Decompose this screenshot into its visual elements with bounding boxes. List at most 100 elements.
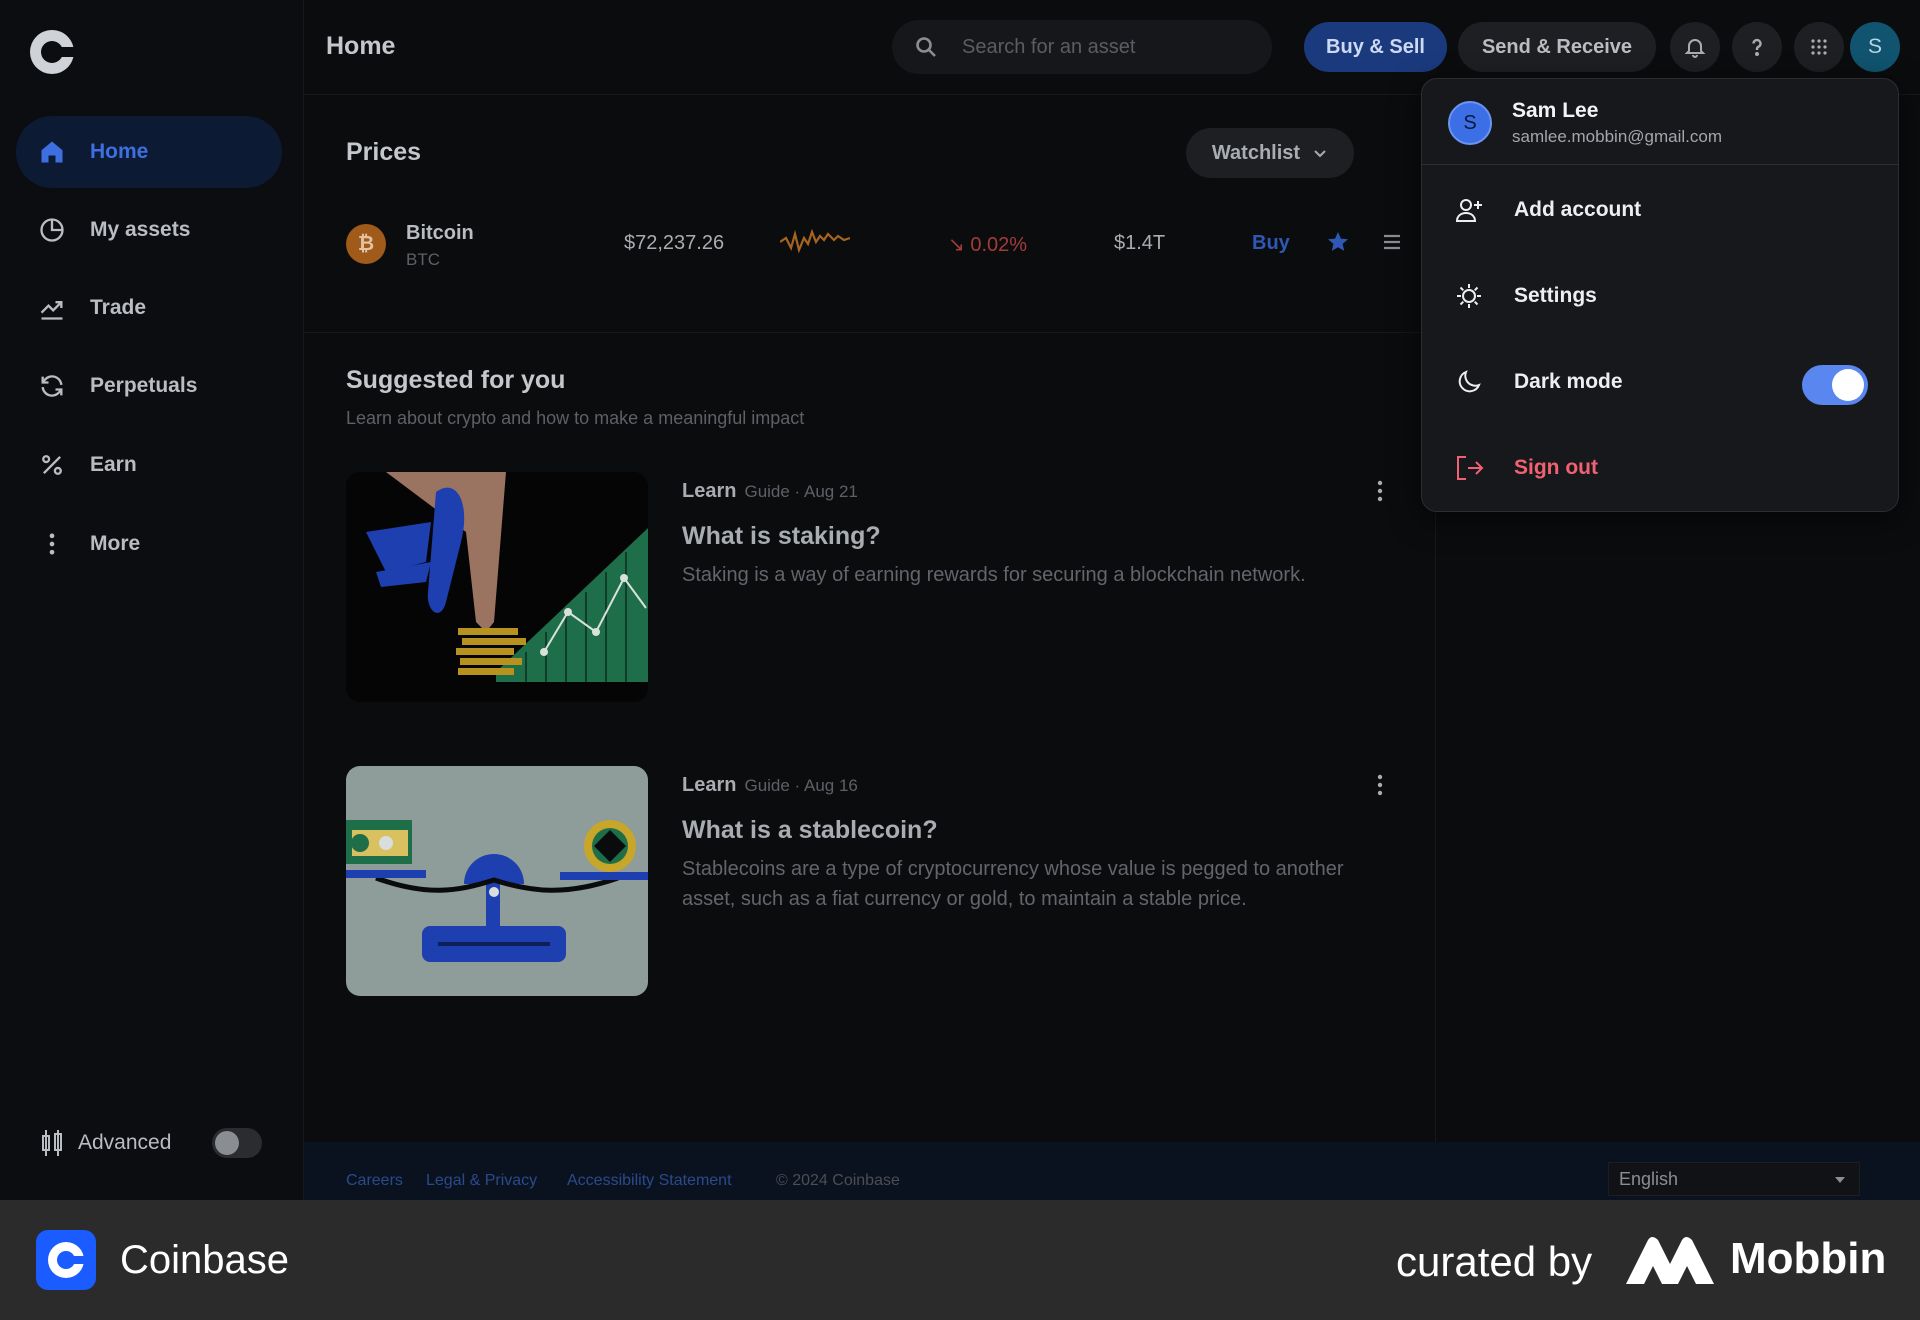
help-button[interactable] xyxy=(1732,22,1782,72)
avatar: S xyxy=(1448,101,1492,145)
sparkline-chart xyxy=(780,228,850,254)
send-receive-button[interactable]: Send & Receive xyxy=(1458,22,1656,72)
advanced-label: Advanced xyxy=(78,1131,172,1154)
account-name: Sam Lee xyxy=(1512,99,1599,122)
grid-icon xyxy=(1811,39,1827,55)
sidebar-item-label: More xyxy=(90,532,141,555)
menu-item-label: Sign out xyxy=(1514,456,1598,479)
stablecoin-illustration xyxy=(346,766,648,996)
sidebar-item-trade[interactable]: Trade xyxy=(16,272,282,344)
prices-title: Prices xyxy=(346,138,422,166)
article-card[interactable]: Learn Guide · Aug 16 What is a stablecoin… xyxy=(346,766,1406,996)
asset-name: Bitcoin xyxy=(406,222,474,244)
mobbin-logo-icon xyxy=(1626,1237,1714,1284)
card-category: Learn xyxy=(682,480,737,502)
advanced-mode: Advanced xyxy=(40,1128,171,1158)
suggested-subtitle: Learn about crypto and how to make a mea… xyxy=(346,408,805,428)
account-email: samlee.mobbin@gmail.com xyxy=(1512,127,1723,146)
card-title[interactable]: What is staking? xyxy=(682,522,881,551)
card-date: Guide · Aug 21 xyxy=(744,482,858,501)
apps-button[interactable] xyxy=(1794,22,1844,72)
card-title[interactable]: What is a stablecoin? xyxy=(682,816,938,845)
section-divider xyxy=(304,332,1436,333)
bitcoin-icon: ₿ xyxy=(346,224,386,264)
trend-icon xyxy=(38,294,66,322)
curator-name: Mobbin xyxy=(1730,1234,1887,1283)
search-box[interactable] xyxy=(892,20,1272,74)
suggested-title: Suggested for you xyxy=(346,366,566,394)
more-vertical-icon xyxy=(38,530,66,558)
brand-bar: Coinbase curated by Mobbin xyxy=(0,1200,1920,1320)
card-description: Stablecoins are a type of cryptocurrency… xyxy=(682,858,1344,910)
footer-copyright: © 2024 Coinbase xyxy=(776,1172,900,1189)
pie-chart-icon xyxy=(38,216,66,244)
card-date: Guide · Aug 16 xyxy=(744,776,858,795)
home-icon xyxy=(38,138,66,166)
watchlist-dropdown[interactable]: Watchlist xyxy=(1186,128,1354,178)
sidebar-item-label: Earn xyxy=(90,453,137,476)
sidebar-item-label: Trade xyxy=(90,296,147,319)
curated-by-label: curated by xyxy=(1396,1238,1593,1285)
menu-item-add-account[interactable]: Add account xyxy=(1422,173,1898,247)
staking-illustration xyxy=(346,472,648,702)
sign-out-icon xyxy=(1454,453,1484,483)
buy-sell-button[interactable]: Buy & Sell xyxy=(1304,22,1447,72)
sidebar-item-home[interactable]: Home xyxy=(16,116,282,188)
star-icon[interactable] xyxy=(1326,230,1350,254)
footer-link-accessibility[interactable]: Accessibility Statement xyxy=(567,1172,732,1190)
sidebar-item-label: Perpetuals xyxy=(90,374,198,397)
menu-item-label: Settings xyxy=(1514,284,1597,307)
market-cap: $1.4T xyxy=(1114,232,1166,254)
page-title: Home xyxy=(326,32,396,60)
sidebar-item-more[interactable]: More xyxy=(16,508,282,580)
menu-item-label: Dark mode xyxy=(1514,370,1623,393)
advanced-toggle[interactable] xyxy=(212,1128,262,1158)
table-row[interactable]: ₿ Bitcoin BTC $72,237.26 ↘ 0.02% $1.4T B… xyxy=(346,212,1406,276)
search-input[interactable] xyxy=(962,35,1242,59)
moon-icon xyxy=(1454,367,1484,397)
refresh-icon xyxy=(38,372,66,400)
menu-item-label: Add account xyxy=(1514,198,1642,221)
more-vertical-icon[interactable] xyxy=(1368,476,1392,506)
menu-item-settings[interactable]: Settings xyxy=(1422,259,1898,333)
question-icon xyxy=(1752,38,1762,57)
card-meta: Learn Guide · Aug 21 xyxy=(682,480,858,503)
main-content: Prices Watchlist ₿ Bitcoin BTC $72,237.2… xyxy=(304,96,1436,1142)
avatar[interactable]: S xyxy=(1850,22,1900,72)
card-category: Learn xyxy=(682,774,737,796)
footer-link-careers[interactable]: Careers xyxy=(346,1172,403,1190)
language-select[interactable]: English xyxy=(1608,1162,1860,1196)
card-meta: Learn Guide · Aug 16 xyxy=(682,774,858,797)
more-vertical-icon[interactable] xyxy=(1368,770,1392,800)
price-change: ↘ 0.02% xyxy=(948,234,1028,256)
footer-link-legal[interactable]: Legal & Privacy xyxy=(426,1172,537,1190)
candlestick-icon xyxy=(42,1130,62,1156)
gear-icon xyxy=(1454,281,1484,311)
article-card[interactable]: Learn Guide · Aug 21 What is staking? Sta… xyxy=(346,472,1406,702)
asset-price: $72,237.26 xyxy=(624,232,725,254)
sidebar-item-earn[interactable]: Earn xyxy=(16,429,282,501)
sidebar: Home My assets Trade Perpetuals Earn Mor… xyxy=(0,0,304,1200)
watchlist-label: Watchlist xyxy=(1211,141,1301,164)
search-icon xyxy=(916,37,936,57)
sidebar-item-my-assets[interactable]: My assets xyxy=(16,194,282,266)
notifications-button[interactable] xyxy=(1670,22,1720,72)
page-footer: Careers Legal & Privacy Accessibility St… xyxy=(304,1142,1920,1200)
coinbase-logo-icon[interactable] xyxy=(30,30,76,74)
add-user-icon xyxy=(1454,195,1484,225)
buy-link[interactable]: Buy xyxy=(1252,232,1290,255)
sidebar-item-label: Home xyxy=(90,140,149,163)
sidebar-item-perpetuals[interactable]: Perpetuals xyxy=(16,350,282,422)
card-description: Staking is a way of earning rewards for … xyxy=(682,564,1306,586)
menu-icon[interactable] xyxy=(1380,230,1404,254)
account-header: S Sam Lee samlee.mobbin@gmail.com xyxy=(1422,79,1898,165)
bell-icon xyxy=(1684,39,1706,58)
sidebar-item-label: My assets xyxy=(90,218,191,241)
menu-item-dark-mode[interactable]: Dark mode xyxy=(1422,345,1898,419)
coinbase-app-icon xyxy=(36,1230,96,1290)
menu-item-sign-out[interactable]: Sign out xyxy=(1422,431,1898,505)
account-menu: S Sam Lee samlee.mobbin@gmail.com Add ac… xyxy=(1421,78,1899,512)
dark-mode-toggle[interactable] xyxy=(1802,365,1868,405)
asset-symbol: BTC xyxy=(406,250,440,269)
app-name: Coinbase xyxy=(120,1238,290,1282)
